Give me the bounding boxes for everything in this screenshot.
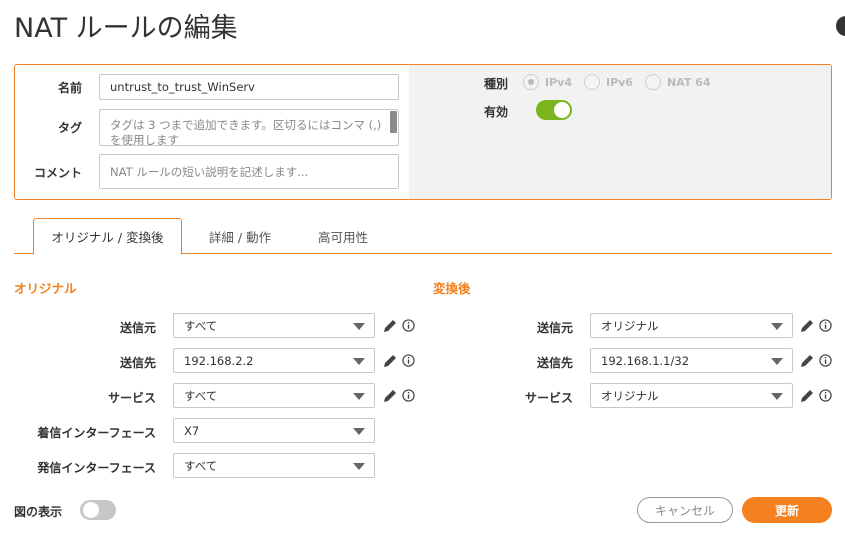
translated-destination-info-icon[interactable] xyxy=(819,354,832,367)
original-service-select[interactable]: すべて xyxy=(173,383,375,408)
radio-circle xyxy=(523,74,539,90)
enable-toggle[interactable] xyxy=(536,100,572,120)
chevron-down-icon xyxy=(353,323,365,330)
service-info-icon[interactable] xyxy=(402,389,415,402)
chevron-down-icon xyxy=(353,428,365,435)
type-radio-ipv6[interactable]: IPv6 xyxy=(583,74,633,90)
radio-label: IPv6 xyxy=(605,75,633,89)
radio-circle xyxy=(583,74,600,90)
select-value: すべて xyxy=(184,458,218,473)
chevron-down-icon xyxy=(353,393,365,400)
original-inbound-interface-select[interactable]: X7 xyxy=(173,418,375,443)
edit-source-pencil-icon[interactable] xyxy=(382,318,398,334)
show-diagram-label: 図の表示 xyxy=(14,505,63,519)
select-value: すべて xyxy=(184,318,218,333)
page-title: NAT ルールの編集 xyxy=(14,13,238,44)
tag-field[interactable]: タグは 3 つまで追加できます。区切るにはコンマ (,) を使用します xyxy=(99,109,399,146)
tag-placeholder: タグは 3 つまで追加できます。区切るにはコンマ (,) を使用します xyxy=(110,118,382,146)
type-radio-nat64[interactable]: NAT 64 xyxy=(644,74,711,90)
type-radio-ipv4[interactable]: IPv4 xyxy=(523,74,572,90)
tag-field-scrollbar[interactable] xyxy=(390,111,397,133)
help-icon[interactable] xyxy=(836,16,845,36)
toggle-knob xyxy=(83,502,99,518)
edit-translated-destination-pencil-icon[interactable] xyxy=(799,353,815,369)
tag-label: タグ xyxy=(57,121,82,135)
translated-service-info-icon[interactable] xyxy=(819,389,832,402)
chevron-down-icon xyxy=(771,323,783,330)
toggle-knob xyxy=(554,102,570,118)
select-value: すべて xyxy=(184,388,218,403)
edit-translated-source-pencil-icon[interactable] xyxy=(799,318,815,334)
cancel-button[interactable]: キャンセル xyxy=(637,497,733,523)
translated-destination-label: 送信先 xyxy=(536,356,573,370)
original-outbound-interface-select[interactable]: すべて xyxy=(173,453,375,478)
radio-circle xyxy=(644,74,661,90)
original-source-label: 送信元 xyxy=(119,321,156,335)
edit-destination-pencil-icon[interactable] xyxy=(382,353,398,369)
translated-source-info-icon[interactable] xyxy=(819,319,832,332)
edit-translated-service-pencil-icon[interactable] xyxy=(799,388,815,404)
select-value: オリジナル xyxy=(601,388,659,403)
select-value: X7 xyxy=(184,423,200,438)
type-radio-group: IPv4 IPv6 NAT 64 xyxy=(523,74,722,90)
translated-service-label: サービス xyxy=(524,391,573,405)
update-button[interactable]: 更新 xyxy=(742,497,832,523)
translated-source-select[interactable]: オリジナル xyxy=(590,313,793,338)
show-diagram-toggle[interactable] xyxy=(80,500,116,520)
tab-high-availability[interactable]: 高可用性 xyxy=(302,218,384,254)
original-destination-select[interactable]: 192.168.2.2 xyxy=(173,348,375,373)
original-service-label: サービス xyxy=(107,391,156,405)
select-value: 192.168.2.2 xyxy=(184,353,254,368)
name-field[interactable]: untrust_to_trust_WinServ xyxy=(99,74,399,100)
chevron-down-icon xyxy=(353,463,365,470)
chevron-down-icon xyxy=(353,358,365,365)
chevron-down-icon xyxy=(771,393,783,400)
enable-label: 有効 xyxy=(484,105,509,119)
select-value: オリジナル xyxy=(601,318,659,333)
original-source-select[interactable]: すべて xyxy=(173,313,375,338)
translated-service-select[interactable]: オリジナル xyxy=(590,383,793,408)
comment-label: コメント xyxy=(33,166,82,180)
source-info-icon[interactable] xyxy=(402,319,415,332)
destination-info-icon[interactable] xyxy=(402,354,415,367)
select-value: 192.168.1.1/32 xyxy=(601,353,690,368)
tab-bar: オリジナル / 変換後 詳細 / 動作 高可用性 xyxy=(14,218,832,255)
radio-label: IPv4 xyxy=(545,75,572,89)
comment-field[interactable]: NAT ルールの短い説明を記述します... xyxy=(99,154,399,189)
translated-section-title: 変換後 xyxy=(433,281,471,296)
type-label: 種別 xyxy=(484,77,509,91)
translated-destination-select[interactable]: 192.168.1.1/32 xyxy=(590,348,793,373)
tab-details-action[interactable]: 詳細 / 動作 xyxy=(194,218,286,254)
name-label: 名前 xyxy=(57,81,82,95)
original-section-title: オリジナル xyxy=(14,281,77,296)
chevron-down-icon xyxy=(771,358,783,365)
original-inbound-interface-label: 着信インターフェース xyxy=(37,426,156,440)
original-destination-label: 送信先 xyxy=(119,356,156,370)
edit-service-pencil-icon[interactable] xyxy=(382,388,398,404)
tab-original-translated[interactable]: オリジナル / 変換後 xyxy=(33,218,182,255)
translated-source-label: 送信元 xyxy=(536,321,573,335)
original-outbound-interface-label: 発信インターフェース xyxy=(37,461,156,475)
radio-label: NAT 64 xyxy=(666,75,711,89)
